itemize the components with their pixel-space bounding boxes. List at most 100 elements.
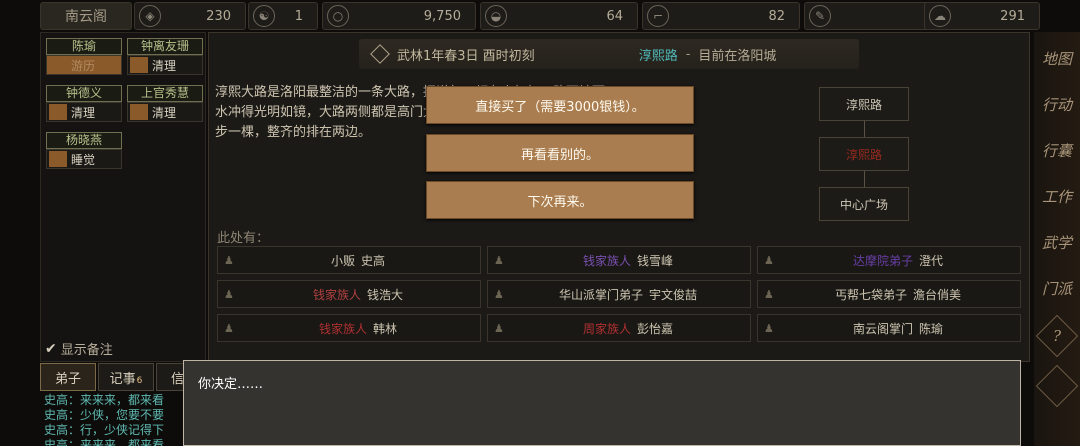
npc-tag: 小贩	[330, 253, 355, 268]
disciple-card[interactable]: 杨晓燕 睡觉	[46, 132, 122, 169]
map-menu-button[interactable]: 地图	[1037, 38, 1077, 78]
resource-boot[interactable]: ⌐ 82	[642, 2, 800, 30]
choice-buy-button[interactable]: 直接买了（需要3000银钱）。	[426, 86, 694, 124]
food-icon: ◒	[485, 5, 507, 27]
martial-menu-button[interactable]: 武学	[1037, 222, 1077, 262]
tab-disciples[interactable]: 弟子	[40, 363, 96, 391]
npc-entry[interactable]: ♟ 丐帮七袋弟子 澹台俏美	[757, 280, 1021, 308]
game-time: 武林1年春3日 酉时初刻	[397, 48, 535, 64]
resource-value: 64	[606, 8, 623, 24]
tab-records[interactable]: 记事 6	[98, 363, 154, 391]
action-label: 游历	[71, 58, 96, 73]
npc-tag: 周家族人	[582, 321, 631, 336]
disciple-name: 杨晓燕	[46, 132, 122, 149]
disciple-card[interactable]: 钟德义 清理	[46, 85, 122, 122]
resource-value: 291	[1000, 8, 1025, 24]
npc-name: 钱雪峰	[637, 253, 674, 268]
action-menu-label: 行动	[1041, 95, 1072, 114]
road-name: 淳熙路	[638, 48, 678, 64]
tab-label: 记事	[109, 371, 136, 387]
hex-frame	[1035, 364, 1079, 408]
map-icon: ◈	[139, 5, 161, 27]
brush-icon: ✎	[809, 5, 831, 27]
disciple-panel: 陈瑜 游历 钟离友珊 清理 钟德义 清理 上官秀慧 清理 杨晓燕 睡觉	[40, 32, 206, 362]
npc-entry[interactable]: ♟ 钱家族人 韩林	[217, 314, 481, 342]
work-menu-label: 工作	[1041, 187, 1072, 206]
action-swatch	[130, 57, 148, 73]
checkmark-icon: ✔	[45, 340, 57, 357]
npc-name: 宇文俊喆	[649, 287, 698, 302]
choice-label: 直接买了（需要3000银钱）。	[475, 99, 645, 115]
sect-name: 南云阁	[65, 9, 107, 25]
resource-value: 9,750	[423, 8, 461, 24]
npc-name: 澹台俏美	[913, 287, 962, 302]
npc-entry[interactable]: ♟ 钱家族人 钱浩大	[217, 280, 481, 308]
chat-line: 史高：行，少侠记得下	[44, 423, 165, 437]
resource-bar: 南云阁 ◈230 ☯1 ○9,750 ◒64 ⌐82 ✎40 ☁291	[40, 2, 1040, 30]
npc-entry[interactable]: ♟ 达摩院弟子 澄代	[757, 246, 1021, 274]
resource-food[interactable]: ◒ 64	[480, 2, 638, 30]
compass-icon	[370, 44, 390, 64]
npc-entry[interactable]: ♟ 周家族人 彭怡嘉	[487, 314, 751, 342]
map-node-label: 淳熙路	[845, 147, 882, 162]
chat-line: 史高：少侠，您要不要	[44, 408, 165, 422]
choice-label: 下次再来。	[527, 194, 593, 210]
npc-name: 韩林	[373, 321, 398, 336]
npc-tag: 南云阁掌门	[852, 321, 913, 336]
resource-map[interactable]: ◈ 230	[134, 2, 246, 30]
resource-coin[interactable]: ○ 9,750	[322, 2, 476, 30]
map-node-south[interactable]: 中心广场	[819, 187, 909, 221]
resource-value: 82	[768, 8, 785, 24]
map-node-north[interactable]: 淳熙路	[819, 87, 909, 121]
disciple-action[interactable]: 清理	[127, 55, 203, 75]
npc-entry[interactable]: ♟ 华山派掌门弟子 宇文俊喆	[487, 280, 751, 308]
action-swatch	[49, 151, 67, 167]
show-remark-checkbox[interactable]: ✔ 显示备注	[45, 339, 113, 359]
npc-tag: 丐帮七袋弟子	[834, 287, 907, 302]
resource-cloud[interactable]: ☁ 291	[924, 2, 1040, 30]
show-remark-label: 显示备注	[60, 343, 113, 358]
map-path	[864, 171, 865, 187]
resource-value: 1	[294, 8, 303, 24]
disciple-name: 上官秀慧	[127, 85, 203, 102]
npc-name: 钱浩大	[367, 287, 404, 302]
bag-menu-button[interactable]: 行囊	[1037, 130, 1077, 170]
disciple-action[interactable]: 清理	[127, 102, 203, 122]
npc-entry[interactable]: ♟ 小贩 史高	[217, 246, 481, 274]
npc-tag: 钱家族人	[312, 287, 361, 302]
person-icon: ♟	[764, 288, 774, 301]
settings-button[interactable]: 设置	[1035, 364, 1079, 408]
person-icon: ♟	[764, 322, 774, 335]
help-button[interactable]: ?	[1035, 314, 1079, 358]
disciple-action[interactable]: 清理	[46, 102, 122, 122]
disciple-card[interactable]: 陈瑜 游历	[46, 38, 122, 75]
sect-menu-button[interactable]: 门派	[1037, 268, 1077, 308]
map-node-label: 中心广场	[839, 197, 888, 212]
npc-entry[interactable]: ♟ 南云阁掌门 陈瑜	[757, 314, 1021, 342]
npc-tag: 钱家族人	[318, 321, 367, 336]
disciple-card[interactable]: 钟离友珊 清理	[127, 38, 203, 75]
current-location: 目前在洛阳城	[698, 48, 777, 64]
map-node-current[interactable]: 淳熙路	[819, 137, 909, 171]
here-label: 此处有：	[217, 231, 270, 246]
choice-browse-button[interactable]: 再看看别的。	[426, 134, 694, 172]
person-icon: ♟	[764, 254, 774, 267]
resource-yinyang[interactable]: ☯ 1	[248, 2, 318, 30]
disciple-action[interactable]: 睡觉	[46, 149, 122, 169]
person-icon: ♟	[494, 254, 504, 267]
sect-name-button[interactable]: 南云阁	[40, 2, 132, 30]
action-menu-button[interactable]: 行动	[1037, 84, 1077, 124]
action-label: 清理	[152, 105, 177, 120]
disciple-action[interactable]: 游历	[46, 55, 122, 75]
person-icon: ♟	[494, 322, 504, 335]
map-node-label: 淳熙路	[845, 97, 882, 112]
choice-later-button[interactable]: 下次再来。	[426, 181, 694, 219]
chat-log[interactable]: 史高：来来来，都来看 史高：少侠，您要不要 史高：行，少侠记得下 史高：来来来，…	[44, 393, 194, 446]
npc-name: 史高	[361, 253, 386, 268]
work-menu-button[interactable]: 工作	[1037, 176, 1077, 216]
separator: -	[685, 46, 691, 62]
disciple-card[interactable]: 上官秀慧 清理	[127, 85, 203, 122]
choice-label: 再看看别的。	[520, 147, 599, 163]
npc-entry[interactable]: ♟ 钱家族人 钱雪峰	[487, 246, 751, 274]
action-swatch	[49, 104, 67, 120]
